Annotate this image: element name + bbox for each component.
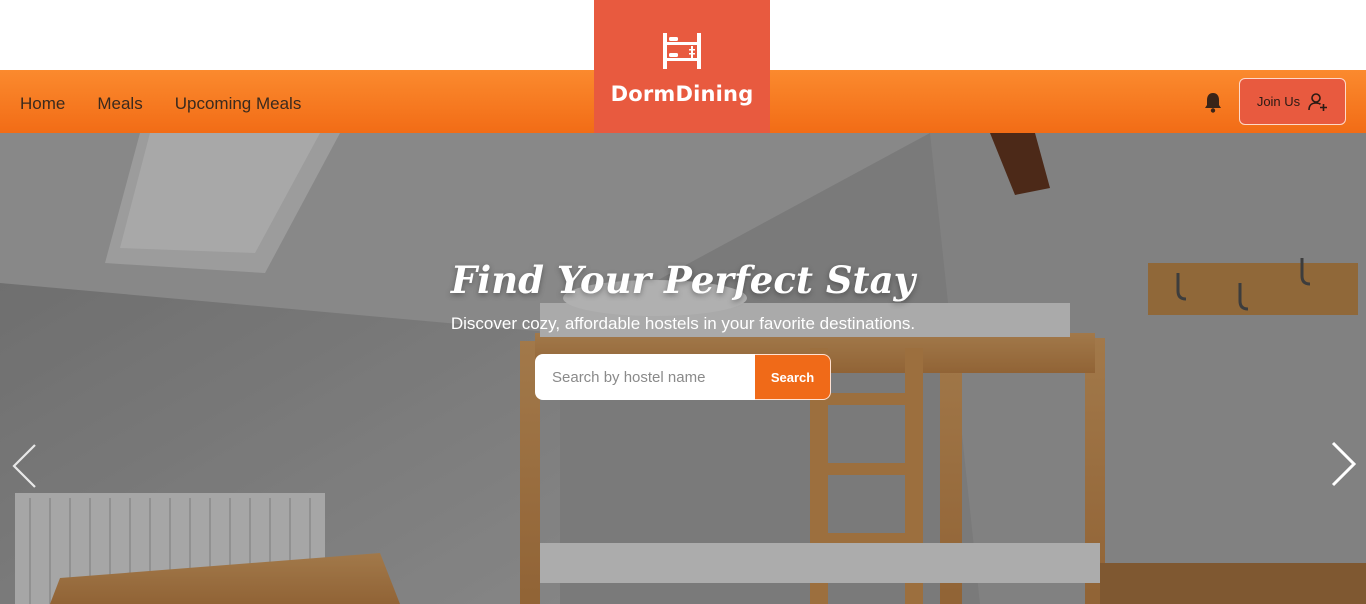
nav-home-link[interactable]: Home — [20, 90, 65, 114]
hero-subtitle: Discover cozy, affordable hostels in you… — [450, 314, 916, 333]
bunk-bed-icon — [663, 33, 701, 69]
join-us-button[interactable]: Join Us — [1239, 78, 1346, 125]
search-button[interactable]: Search — [755, 354, 831, 400]
join-us-label: Join Us — [1256, 94, 1301, 109]
bell-icon[interactable] — [1203, 91, 1223, 113]
hostel-search-input[interactable] — [535, 354, 755, 400]
chevron-right-icon[interactable] — [1328, 441, 1358, 487]
nav-meals-link[interactable]: Meals — [97, 90, 142, 114]
brand-logo[interactable]: DormDining — [594, 0, 770, 133]
chevron-left-icon[interactable] — [10, 443, 40, 489]
brand-name: DormDining — [610, 82, 754, 106]
user-plus-icon — [1308, 92, 1328, 111]
nav-upcoming-meals-link[interactable]: Upcoming Meals — [175, 90, 302, 114]
hostel-search-form: Search — [535, 354, 831, 400]
nav-links: Home Meals Upcoming Meals — [20, 70, 301, 133]
hero-title: Find Your Perfect Stay — [450, 258, 916, 302]
